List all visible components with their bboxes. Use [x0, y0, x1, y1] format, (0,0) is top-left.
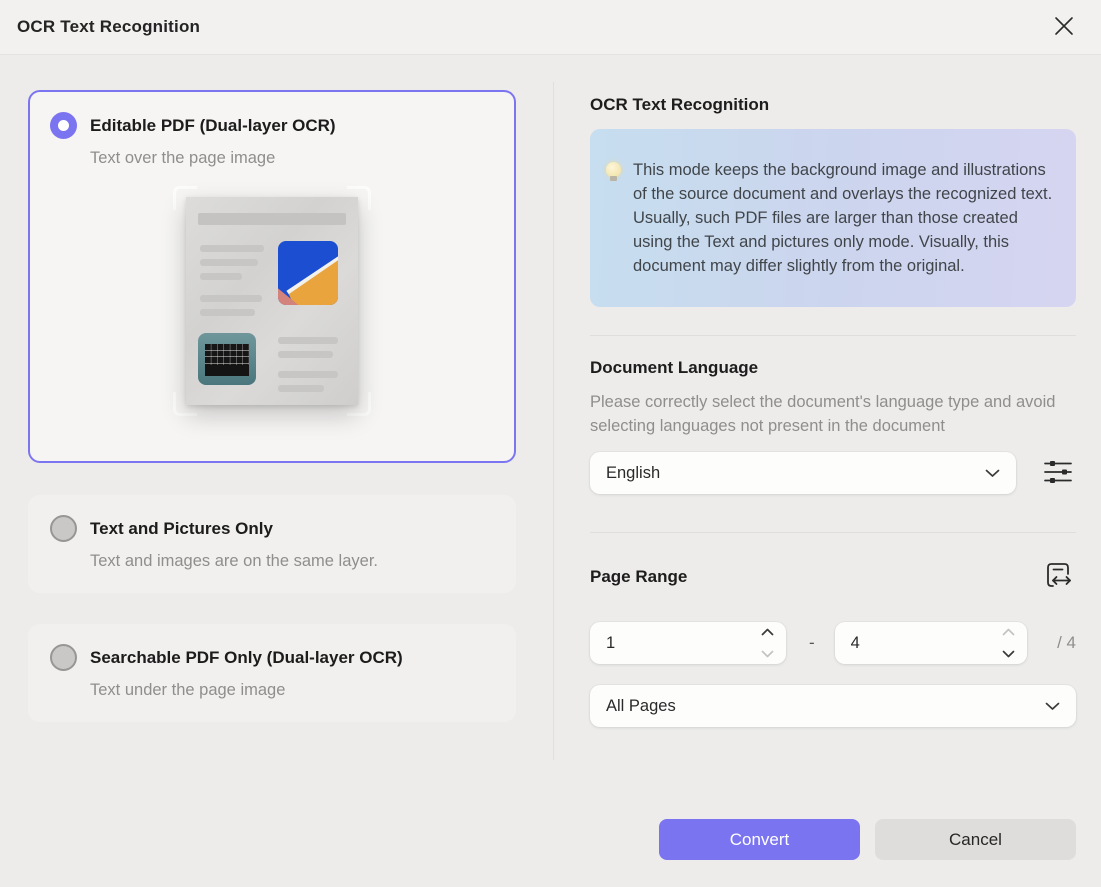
convert-button[interactable]: Convert	[659, 819, 860, 860]
radio-text-pictures-only[interactable]	[50, 515, 77, 542]
section-divider	[590, 335, 1076, 336]
mode-preview	[50, 184, 494, 418]
preview-photo-windows	[198, 333, 256, 385]
page-to-input[interactable]: 4	[834, 622, 1027, 664]
language-select-value: English	[606, 463, 661, 482]
page-to-value: 4	[850, 633, 860, 652]
settings-heading: OCR Text Recognition	[590, 95, 770, 114]
close-icon	[1052, 14, 1076, 41]
option-header: Searchable PDF Only (Dual-layer OCR)	[50, 644, 494, 671]
preview-text-bar	[278, 351, 333, 358]
preview-page	[186, 197, 358, 405]
page-total-label: / 4	[1057, 633, 1076, 652]
close-button[interactable]	[1049, 12, 1079, 42]
language-settings-sliders-icon	[1043, 457, 1073, 490]
spinner-down-icon[interactable]	[1002, 645, 1015, 663]
preview-text-bar	[278, 337, 338, 344]
section-divider	[590, 532, 1076, 533]
preview-text-bar	[200, 309, 255, 316]
option-header: Editable PDF (Dual-layer OCR)	[50, 112, 494, 139]
page-mode-value: All Pages	[606, 696, 676, 715]
document-language-description: Please correctly select the document's l…	[590, 393, 1056, 435]
preview-text-bar	[200, 259, 258, 266]
preview-text-bar	[278, 385, 324, 392]
radio-editable-pdf[interactable]	[50, 112, 77, 139]
option-card-editable-pdf[interactable]: Editable PDF (Dual-layer OCR) Text over …	[28, 90, 516, 463]
page-range-picker-button[interactable]	[1040, 557, 1076, 596]
chevron-down-icon	[1045, 697, 1060, 716]
page-from-value: 1	[606, 633, 616, 652]
option-description: Text and images are on the same layer.	[90, 552, 378, 570]
preview-text-bar	[200, 273, 242, 280]
page-range-heading: Page Range	[590, 566, 688, 586]
document-language-heading: Document Language	[590, 358, 759, 377]
option-label: Editable PDF (Dual-layer OCR)	[90, 115, 336, 135]
page-range-inputs-row: 1 - 4 / 4	[590, 622, 1076, 664]
page-mode-select[interactable]: All Pages	[590, 685, 1076, 727]
radio-searchable-pdf[interactable]	[50, 644, 77, 671]
spinner-down-icon[interactable]	[761, 645, 774, 663]
dialog-title: OCR Text Recognition	[17, 17, 201, 36]
spinner-up-icon[interactable]	[761, 623, 774, 641]
settings-panel: OCR Text Recognition This mode keeps the…	[590, 90, 1076, 760]
mode-options-panel: Editable PDF (Dual-layer OCR) Text over …	[28, 90, 516, 760]
cancel-button[interactable]: Cancel	[875, 819, 1076, 860]
option-card-text-pictures-only[interactable]: Text and Pictures Only Text and images a…	[28, 495, 516, 593]
page-range-separator: -	[809, 633, 815, 652]
document-preview-image	[169, 184, 375, 418]
preview-text-bar	[278, 371, 338, 378]
preview-photo-building	[278, 241, 338, 305]
page-range-icon	[1040, 557, 1076, 596]
page-from-input[interactable]: 1	[590, 622, 786, 664]
lightbulb-icon	[606, 162, 621, 181]
option-label: Searchable PDF Only (Dual-layer OCR)	[90, 647, 403, 667]
preview-text-bar	[200, 295, 262, 302]
preview-text-bar	[198, 213, 346, 225]
mode-tip-text: This mode keeps the background image and…	[633, 161, 1053, 275]
dialog-titlebar: OCR Text Recognition	[0, 0, 1101, 55]
page-range-header-row: Page Range	[590, 557, 1076, 596]
option-card-searchable-pdf[interactable]: Searchable PDF Only (Dual-layer OCR) Tex…	[28, 624, 516, 722]
dialog-footer: Convert Cancel	[659, 819, 1076, 860]
chevron-down-icon	[985, 464, 1000, 483]
panel-divider	[553, 82, 554, 760]
language-select[interactable]: English	[590, 452, 1016, 494]
spinner-up-icon[interactable]	[1002, 623, 1015, 641]
mode-tip-box: This mode keeps the background image and…	[590, 129, 1076, 307]
option-label: Text and Pictures Only	[90, 518, 273, 538]
dialog-body: Editable PDF (Dual-layer OCR) Text over …	[0, 55, 1101, 760]
option-description: Text over the page image	[90, 149, 276, 167]
language-settings-button[interactable]	[1042, 457, 1074, 489]
option-description: Text under the page image	[90, 681, 286, 699]
language-row: English	[590, 452, 1076, 494]
preview-text-bar	[200, 245, 264, 252]
option-header: Text and Pictures Only	[50, 515, 494, 542]
